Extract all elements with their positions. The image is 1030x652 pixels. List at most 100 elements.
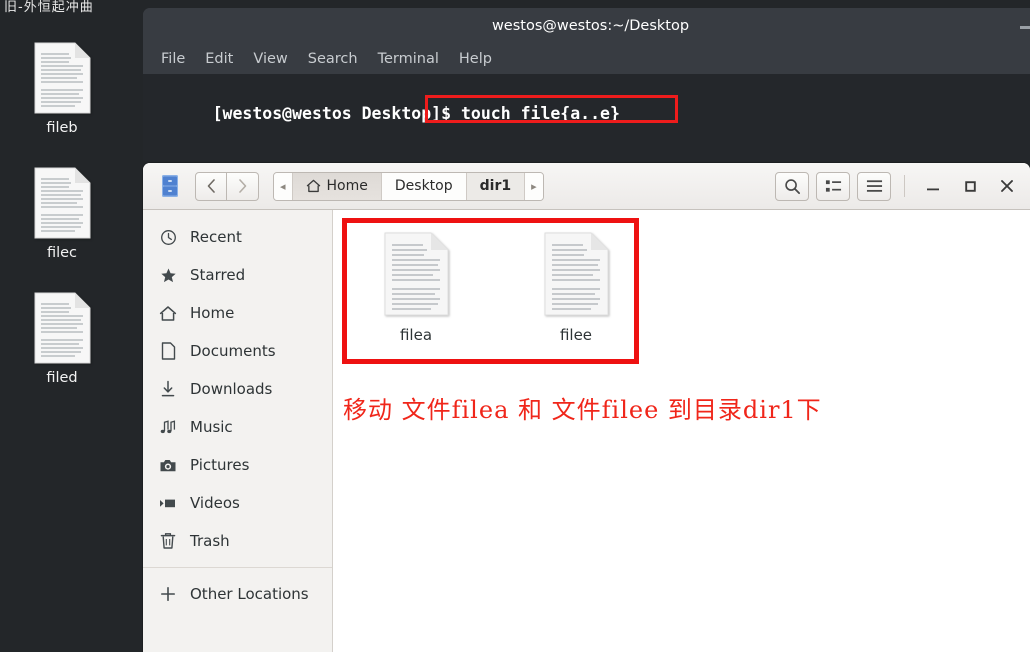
breadcrumb-label: Desktop (394, 178, 453, 194)
file-manager-window[interactable]: ◂ Home Desktop dir1 ▸ Recent Starred Hom… (143, 163, 1030, 652)
terminal-window[interactable]: westos@westos:~/Desktop File Edit View S… (143, 8, 1030, 161)
document-icon (33, 292, 91, 364)
file-grid: filea filee (333, 210, 1030, 344)
camera-icon (159, 456, 177, 474)
navigation-buttons (195, 171, 259, 201)
music-note-icon (159, 418, 177, 436)
forward-button[interactable] (227, 171, 259, 201)
menu-button[interactable] (857, 171, 891, 201)
terminal-line: [westos@westos Desktop]$ touch file{a..e… (153, 78, 1030, 150)
breadcrumb-item-dir1[interactable]: dir1 (466, 172, 526, 200)
minimize-icon[interactable] (1020, 26, 1030, 29)
sidebar-item-trash[interactable]: Trash (143, 522, 332, 560)
sidebar-item-home[interactable]: Home (143, 294, 332, 332)
desktop-icon-fileb[interactable]: fileb (7, 42, 117, 136)
desktop-icon-label: fileb (46, 120, 78, 136)
sidebar-item-label: Trash (190, 532, 230, 550)
search-button[interactable] (775, 171, 809, 201)
chevron-right-icon (239, 179, 247, 193)
sidebar-divider (143, 567, 332, 568)
file-cabinet-icon (151, 173, 187, 199)
toolbar-divider (904, 175, 905, 197)
hamburger-menu-icon (866, 180, 882, 192)
trash-icon (159, 532, 177, 550)
file-manager-headerbar: ◂ Home Desktop dir1 ▸ (143, 163, 1030, 210)
home-icon (306, 179, 320, 193)
sidebar-item-label: Music (190, 418, 233, 436)
terminal-titlebar[interactable]: westos@westos:~/Desktop (143, 8, 1030, 44)
menu-item-view[interactable]: View (253, 51, 287, 67)
sidebar-item-label: Documents (190, 342, 276, 360)
menu-item-edit[interactable]: Edit (205, 51, 233, 67)
minimize-button[interactable] (918, 171, 948, 201)
maximize-icon (964, 180, 976, 192)
terminal-line: [westos@westos Desktop]$ mv file{a,e} di… (153, 150, 1030, 161)
terminal-output[interactable]: [westos@westos Desktop]$ touch file{a..e… (143, 74, 1030, 161)
sidebar-item-videos[interactable]: Videos (143, 484, 332, 522)
document-icon (33, 42, 91, 114)
desktop-topbar-text: 旧-外恒起冲曲 (4, 0, 94, 15)
sidebar-item-label: Starred (190, 266, 246, 284)
file-manager-toolbar (775, 171, 1022, 201)
file-name: filea (399, 326, 433, 344)
terminal-title: westos@westos:~/Desktop (491, 18, 690, 34)
close-icon (1001, 180, 1013, 192)
desktop-icon-filec[interactable]: filec (7, 167, 117, 261)
breadcrumb-label: dir1 (479, 178, 512, 194)
home-icon (159, 304, 177, 322)
breadcrumb-scroll-right[interactable]: ▸ (525, 172, 543, 200)
breadcrumb: ◂ Home Desktop dir1 ▸ (273, 171, 544, 201)
menu-item-terminal[interactable]: Terminal (378, 51, 439, 67)
sidebar-item-label: Pictures (190, 456, 250, 474)
desktop-icon-filed[interactable]: filed (7, 292, 117, 386)
file-item-filee[interactable]: filee (521, 232, 631, 344)
document-icon (33, 167, 91, 239)
breadcrumb-item-desktop[interactable]: Desktop (381, 172, 467, 200)
document-icon (543, 232, 609, 316)
download-icon (159, 380, 177, 398)
sidebar-item-starred[interactable]: Starred (143, 256, 332, 294)
list-view-icon (825, 180, 841, 192)
sidebar-item-label: Recent (190, 228, 242, 246)
document-icon (383, 232, 449, 316)
video-icon (159, 494, 177, 512)
sidebar-item-label: Videos (190, 494, 240, 512)
sidebar-item-label: Home (190, 304, 235, 322)
breadcrumb-scroll-left[interactable]: ◂ (274, 172, 293, 200)
sidebar-item-recent[interactable]: Recent (143, 218, 332, 256)
terminal-command: touch file{a..e} (460, 104, 620, 123)
minimize-icon (927, 188, 939, 191)
chevron-left-icon (207, 179, 215, 193)
sidebar-item-pictures[interactable]: Pictures (143, 446, 332, 484)
document-icon (159, 342, 177, 360)
close-button[interactable] (992, 171, 1022, 201)
sidebar-item-downloads[interactable]: Downloads (143, 370, 332, 408)
menu-item-help[interactable]: Help (459, 51, 492, 67)
sidebar-item-other-locations[interactable]: Other Locations (143, 575, 332, 613)
terminal-prompt: [westos@westos Desktop]$ (212, 104, 461, 123)
desktop-icon-label: filec (46, 245, 78, 261)
sidebar-item-documents[interactable]: Documents (143, 332, 332, 370)
file-list-area[interactable]: filea filee 移动 文件filea 和 文件filee 到目录dir1… (333, 210, 1030, 652)
clock-icon (159, 228, 177, 246)
annotation-text: 移动 文件filea 和 文件filee 到目录dir1下 (343, 396, 822, 424)
breadcrumb-label: Home (326, 178, 368, 194)
view-list-button[interactable] (816, 171, 850, 201)
back-button[interactable] (195, 171, 227, 201)
maximize-button[interactable] (955, 171, 985, 201)
menu-item-file[interactable]: File (161, 51, 185, 67)
file-item-filea[interactable]: filea (361, 232, 471, 344)
desktop-icon-label: filed (46, 370, 78, 386)
search-icon (784, 178, 800, 194)
file-manager-body: Recent Starred Home Documents Downloads … (143, 210, 1030, 652)
breadcrumb-item-home[interactable]: Home (292, 172, 382, 200)
sidebar-item-label: Other Locations (190, 585, 309, 603)
sidebar-item-music[interactable]: Music (143, 408, 332, 446)
file-name: filee (559, 326, 593, 344)
sidebar-item-label: Downloads (190, 380, 273, 398)
terminal-menubar[interactable]: File Edit View Search Terminal Help (143, 44, 1030, 74)
menu-item-search[interactable]: Search (308, 51, 358, 67)
plus-icon (159, 585, 177, 603)
sidebar: Recent Starred Home Documents Downloads … (143, 210, 333, 652)
star-icon (159, 266, 177, 284)
